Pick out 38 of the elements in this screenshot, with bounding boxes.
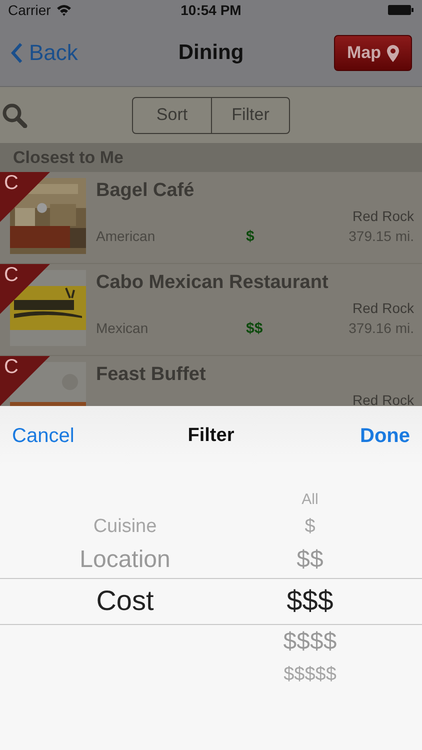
search-icon[interactable] [2, 103, 28, 128]
chevron-left-icon [10, 42, 23, 64]
restaurant-name: Bagel Café [96, 180, 196, 202]
picker-option[interactable]: $$$$ [283, 624, 337, 660]
picker-option[interactable]: $$ [296, 542, 324, 578]
corner-ribbon [0, 264, 50, 314]
picker-option[interactable]: All [302, 486, 318, 512]
picker-option[interactable]: Location [80, 542, 170, 578]
sheet-title: Filter [188, 425, 234, 446]
price-label: $ [246, 228, 256, 245]
corner-ribbon [0, 356, 50, 406]
category-letter: C [4, 172, 18, 195]
picker-option[interactable]: Cost [96, 578, 154, 624]
picker-option[interactable]: $$$ [286, 578, 334, 624]
segment-tab[interactable]: Sort [133, 98, 211, 132]
location-label: Red Rock [352, 300, 414, 316]
restaurant-name: Cabo Mexican Restaurant [96, 272, 330, 294]
picker-option[interactable]: $ [304, 512, 316, 542]
picker-option[interactable]: $$$$$ [284, 660, 336, 690]
corner-ribbon [0, 172, 50, 222]
back-button[interactable]: Back [10, 40, 78, 66]
segment-tab[interactable]: Filter [211, 98, 289, 132]
battery-icon [388, 5, 414, 15]
price-label: $$ [246, 320, 264, 337]
category-letter: C [4, 356, 18, 379]
clock: 10:54 PM [180, 2, 242, 18]
done-button[interactable]: Done [360, 424, 410, 448]
map-pin-icon [387, 44, 399, 62]
category-letter: C [4, 264, 18, 287]
location-label: Red Rock [352, 392, 414, 406]
restaurant-name: Feast Buffet [96, 364, 207, 386]
location-label: Red Rock [352, 208, 414, 224]
map-button[interactable]: Map [334, 35, 412, 71]
cancel-button[interactable]: Cancel [12, 424, 74, 448]
carrier-label: Carrier [8, 2, 51, 18]
picker-option[interactable]: Cuisine [93, 512, 157, 542]
wifi-icon [56, 4, 72, 16]
screen-title: Dining [178, 41, 244, 64]
